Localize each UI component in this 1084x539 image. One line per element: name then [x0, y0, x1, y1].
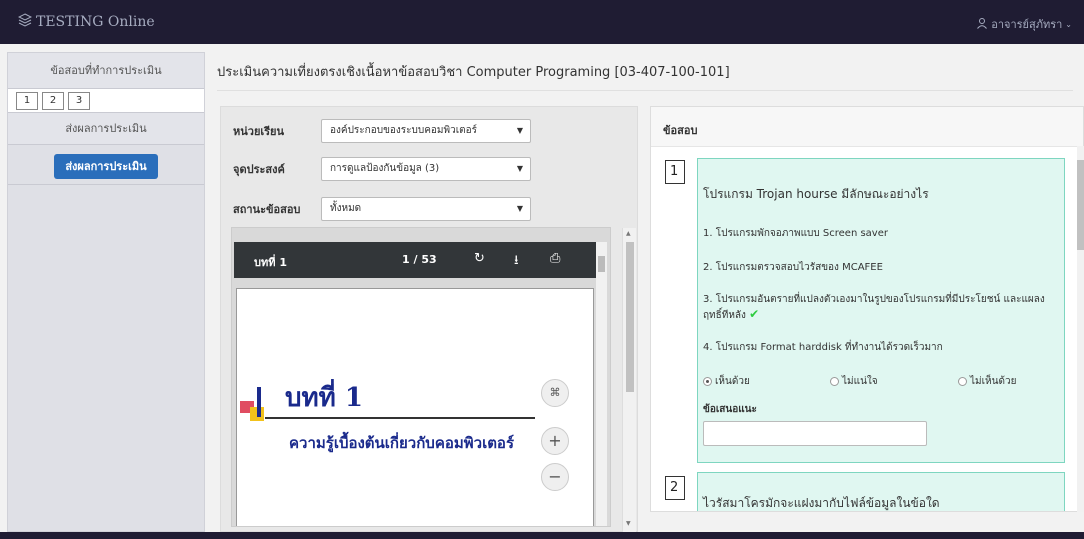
radio-agree[interactable]: เห็นด้วย — [703, 374, 750, 389]
questions-panel: ข้อสอบ 1 โปรแกรม Trojan hourse มีลักษณะอ… — [650, 106, 1084, 512]
brand-name: TESTING Online — [36, 14, 155, 30]
page-button-3[interactable]: 3 — [68, 92, 90, 110]
question-text: ไวรัสมาโครมักจะแฝงมากับไฟล์ข้อมูลในข้อใด — [703, 496, 940, 510]
scroll-down-icon[interactable]: ▼ — [626, 520, 631, 527]
fit-page-button[interactable]: ⌘ — [541, 379, 569, 407]
send-results-heading: ส่งผลการประเมิน — [8, 113, 204, 145]
unit-select[interactable]: องค์ประกอบของระบบคอมพิวเตอร์ ▼ — [321, 119, 531, 143]
title-divider — [217, 90, 1073, 91]
question-card: โปรแกรม Trojan hourse มีลักษณะอย่างไร 1.… — [697, 158, 1065, 463]
pdf-chapter-heading: บทที่ 1 — [285, 383, 363, 413]
status-row: สถานะข้อสอบ ทั้งหมด ▼ — [233, 197, 531, 221]
pdf-scrollbar-thumb[interactable] — [598, 256, 605, 272]
questions-heading: ข้อสอบ — [651, 107, 1083, 147]
radio-agree-label: เห็นด้วย — [715, 376, 750, 387]
pdf-toolbar: บทที่ 1 1 / 53 ↻ ⭳ ⎙ — [234, 242, 596, 278]
questions-scrollbar[interactable] — [1077, 146, 1084, 512]
user-name: อาจารย์สุภัทรา — [991, 18, 1063, 31]
pdf-page-indicator: 1 / 53 — [402, 253, 437, 266]
pdf-scrollbar[interactable] — [596, 242, 607, 526]
unit-row: หน่วยเรียน องค์ประกอบของระบบคอมพิวเตอร์ … — [233, 119, 531, 143]
user-icon — [976, 17, 988, 32]
answer-option: 2. โปรแกรมตรวจสอบไวรัสของ MCAFEE — [703, 262, 883, 273]
rotate-icon[interactable]: ↻ — [474, 251, 485, 266]
status-select[interactable]: ทั้งหมด ▼ — [321, 197, 531, 221]
zoom-in-button[interactable]: + — [541, 427, 569, 455]
print-icon[interactable]: ⎙ — [550, 251, 560, 266]
answer-option-correct: 3. โปรแกรมอันตรายที่แปลงตัวเองมาในรูปของ… — [703, 292, 1058, 323]
radio-disagree-label: ไม่เห็นด้วย — [970, 376, 1017, 387]
chevron-down-icon: ▼ — [516, 164, 523, 173]
purpose-row: จุดประสงค์ การดูแลป้องกันข้อมูล (3) ▼ — [233, 157, 531, 181]
radio-disagree[interactable]: ไม่เห็นด้วย — [958, 374, 1016, 389]
purpose-select[interactable]: การดูแลป้องกันข้อมูล (3) ▼ — [321, 157, 531, 181]
question-text: โปรแกรม Trojan hourse มีลักษณะอย่างไร — [703, 187, 929, 201]
question-number: 1 — [665, 160, 685, 184]
answer-option: 4. โปรแกรม Format harddisk ที่ทำงานได้รว… — [703, 342, 943, 353]
unit-select-value: องค์ประกอบของระบบคอมพิวเตอร์ — [330, 125, 478, 136]
question-page-list: 1 2 3 — [8, 89, 204, 113]
radio-unsure[interactable]: ไม่แน่ใจ — [830, 374, 878, 389]
questions-scrollbar-thumb[interactable] — [1077, 160, 1084, 250]
pdf-chapter-subtitle: ความรู้เบื้องต้นเกี่ยวกับคอมพิวเตอร์ — [289, 434, 514, 452]
status-label: สถานะข้อสอบ — [233, 203, 301, 216]
send-results-button[interactable]: ส่งผลการประเมิน — [54, 154, 158, 179]
chevron-down-icon: ⌄ — [1065, 19, 1072, 29]
purpose-label: จุดประสงค์ — [233, 163, 285, 176]
check-icon: ✔ — [749, 307, 760, 321]
unit-label: หน่วยเรียน — [233, 125, 285, 138]
page-title: ประเมินความเที่ยงตรงเชิงเนื้อหาข้อสอบวิช… — [217, 65, 730, 80]
status-select-value: ทั้งหมด — [330, 203, 362, 214]
scroll-up-icon[interactable]: ▲ — [626, 230, 631, 237]
answer-option: 1. โปรแกรมพักจอภาพแบบ Screen saver — [703, 228, 888, 239]
chevron-down-icon: ▼ — [516, 204, 523, 213]
radio-unsure-label: ไม่แน่ใจ — [842, 376, 878, 387]
viewer-scrollbar-thumb[interactable] — [626, 242, 634, 392]
suggestion-input[interactable] — [703, 421, 927, 446]
purpose-select-value: การดูแลป้องกันข้อมูล (3) — [330, 163, 440, 174]
layers-icon — [17, 13, 33, 31]
radio-dot[interactable] — [830, 377, 839, 386]
decor-blue-bar — [257, 387, 261, 417]
pdf-viewer[interactable]: บทที่ 1 1 / 53 ↻ ⭳ ⎙ บทที่ 1 ความรู้เบื้… — [231, 227, 611, 527]
download-icon[interactable]: ⭳ — [514, 251, 519, 273]
top-navbar: TESTING Online อาจารย์สุภัทรา ⌄ — [0, 0, 1084, 44]
chevron-down-icon: ▼ — [516, 126, 523, 135]
question-number: 2 — [665, 476, 685, 500]
suggestion-label: ข้อเสนอแนะ — [703, 404, 757, 415]
brand-link[interactable]: TESTING Online — [17, 13, 155, 31]
send-results-section: ส่งผลการประเมิน — [8, 145, 204, 185]
question-card: ไวรัสมาโครมักจะแฝงมากับไฟล์ข้อมูลในข้อใด — [697, 472, 1065, 511]
pdf-heading-rule — [265, 417, 535, 419]
zoom-out-button[interactable]: − — [541, 463, 569, 491]
pdf-page: บทที่ 1 ความรู้เบื้องต้นเกี่ยวกับคอมพิวเ… — [236, 288, 594, 526]
footer-bar — [0, 532, 1084, 539]
viewer-scrollbar[interactable]: ▲ ▼ — [622, 228, 636, 532]
pdf-document-title: บทที่ 1 — [254, 256, 287, 269]
radio-dot[interactable] — [958, 377, 967, 386]
sidebar-heading: ข้อสอบที่ทำการประเมิน — [8, 53, 204, 89]
radio-dot-selected[interactable] — [703, 377, 712, 386]
user-menu[interactable]: อาจารย์สุภัทรา ⌄ — [976, 15, 1072, 33]
filter-panel: หน่วยเรียน องค์ประกอบของระบบคอมพิวเตอร์ … — [220, 106, 638, 532]
page-button-2[interactable]: 2 — [42, 92, 64, 110]
page-button-1[interactable]: 1 — [16, 92, 38, 110]
sidebar: ข้อสอบที่ทำการประเมิน 1 2 3 ส่งผลการประเ… — [7, 52, 205, 532]
